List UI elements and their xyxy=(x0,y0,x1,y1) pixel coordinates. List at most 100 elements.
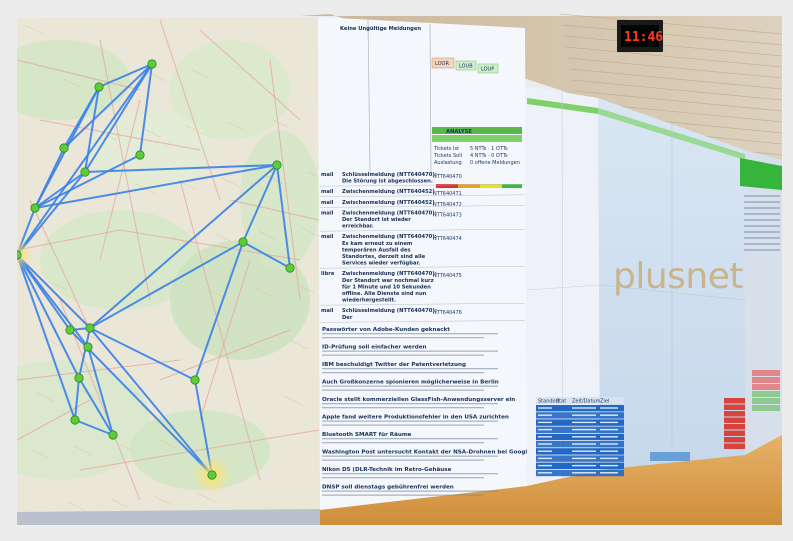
news-snippet-line xyxy=(322,333,498,335)
far-right-row xyxy=(744,195,780,197)
ticket-table-header-cell: Stat xyxy=(556,399,566,405)
news-snippet-line xyxy=(322,368,498,370)
incident-panel: Keine Ungültige Meldungen LOOR LOUB LOUP… xyxy=(318,17,531,510)
network-node xyxy=(70,415,80,425)
control-room-photo: 11:46 Keine Ungültige Meldungen LOOR LOU… xyxy=(0,0,793,541)
network-node xyxy=(85,323,95,333)
ticket-cell xyxy=(600,436,618,438)
ticket-cell xyxy=(538,407,552,409)
ticket-cell xyxy=(572,428,596,431)
incident-text: Zwischenmeldung (NTT640470): xyxy=(342,234,437,240)
news-headline: Nikon D5 (DLR-Technik im Retro-Gehäuse xyxy=(322,467,452,473)
network-map-screen xyxy=(17,17,320,512)
far-right-status xyxy=(752,370,780,376)
ticket-cell xyxy=(538,436,552,438)
far-right-row xyxy=(744,213,780,215)
terrain-patch xyxy=(240,130,320,270)
news-headline: Apple fand weitere Produktionsfehler in … xyxy=(322,415,509,421)
ticket-cell xyxy=(572,421,596,424)
news-snippet-line xyxy=(322,420,498,422)
news-snippet-line xyxy=(322,473,498,475)
incident-tag: mail xyxy=(321,200,334,206)
network-node xyxy=(94,82,104,92)
svg-text:LOUP: LOUP xyxy=(481,67,494,73)
incident-text: Zwischenmeldung (NTT640452) xyxy=(342,189,435,195)
far-right-row xyxy=(744,201,780,203)
news-headline: Oracle stellt kommerziellen GlassFish-An… xyxy=(322,397,515,403)
network-node xyxy=(83,342,93,352)
far-right-row xyxy=(744,243,780,245)
network-node xyxy=(147,59,157,69)
news-snippet-line xyxy=(322,354,484,356)
far-right-row xyxy=(744,225,780,227)
news-snippet-line xyxy=(322,459,484,461)
ticket-cell xyxy=(572,436,596,438)
svg-text:LOUB: LOUB xyxy=(459,64,473,70)
news-headline: Passwörter von Adobe-Kunden geknackt xyxy=(322,327,450,333)
news-snippet-line xyxy=(322,442,484,444)
network-node xyxy=(207,470,217,480)
incident-ticket: NTT640471 xyxy=(433,191,462,197)
news-headline: Auch Großkonzerne spionieren möglicherwe… xyxy=(322,380,499,386)
ticket-cell xyxy=(538,414,552,416)
incident-tag: mail xyxy=(321,172,334,178)
incident-text: für 1 Minute und 10 Sekunden xyxy=(342,284,431,290)
status-chip xyxy=(650,452,690,461)
incident-text: temporären Ausfall des xyxy=(342,247,411,253)
incident-text: Der Standort ist wieder xyxy=(342,217,411,223)
news-headline: Bluetooth SMART für Räume xyxy=(322,432,412,438)
ticket-cell xyxy=(572,457,596,460)
ticket-cell xyxy=(572,414,596,416)
news-snippet-line xyxy=(322,424,484,426)
network-node xyxy=(135,150,145,160)
far-right-row xyxy=(744,237,780,239)
incident-text: Der Standort war nochmal kurz xyxy=(342,278,434,284)
ticket-cell xyxy=(538,464,552,467)
ticket-cell xyxy=(538,428,552,431)
ticket-cell xyxy=(600,443,618,445)
news-snippet-line xyxy=(322,490,498,492)
far-right-row xyxy=(744,249,780,251)
incident-text: Schlüsselmeldung (NTT640470): xyxy=(342,308,437,314)
incident-text: Zwischenmeldung (NTT640452) xyxy=(342,200,435,206)
far-right-status xyxy=(752,391,780,397)
svg-text:4 NTTs · 0 OTTs: 4 NTTs · 0 OTTs xyxy=(470,153,508,159)
ticket-cell xyxy=(572,407,596,409)
incident-tag: libre xyxy=(321,271,335,277)
ticket-cell xyxy=(538,421,552,424)
news-headline: IBM beschuldigt Twitter der Patentverlet… xyxy=(322,362,466,368)
far-right-row xyxy=(744,231,780,233)
incident-tag: mail xyxy=(321,210,334,216)
news-snippet-line xyxy=(322,350,498,352)
ticket-cell xyxy=(538,443,552,445)
ticket-table-header-cell: Zeit/Datum xyxy=(572,399,601,405)
incident-ticket: NTT640475 xyxy=(433,273,462,279)
far-right-status xyxy=(752,377,780,383)
svg-text:0 offene Meldungen: 0 offene Meldungen xyxy=(470,160,520,166)
incident-ticket: NTT640472 xyxy=(433,202,462,208)
network-node xyxy=(285,263,295,273)
incident-ticket: NTT640474 xyxy=(433,236,462,242)
news-snippet-line xyxy=(322,389,484,391)
incident-text: Services wieder verfügbar. xyxy=(342,261,420,267)
plusnet-logo: plusnet xyxy=(613,256,743,297)
incident-tag: mail xyxy=(321,234,334,240)
ticket-cell xyxy=(600,464,618,467)
svg-text:Tickets Soll: Tickets Soll xyxy=(433,153,462,159)
terrain-patch xyxy=(90,110,210,190)
panel-title: Keine Ungültige Meldungen xyxy=(340,26,421,32)
news-snippet-line xyxy=(322,337,484,339)
network-node xyxy=(238,237,248,247)
news-snippet-line xyxy=(322,403,498,405)
photo-frame: 11:46 Keine Ungültige Meldungen LOOR LOU… xyxy=(0,0,793,541)
news-snippet-line xyxy=(322,477,484,479)
news-snippet-line xyxy=(322,494,484,496)
ticket-cell xyxy=(572,472,596,474)
incident-tag: mail xyxy=(321,189,334,195)
network-node xyxy=(80,167,90,177)
ticket-cell xyxy=(600,428,618,431)
svg-text:LOOR: LOOR xyxy=(435,61,449,67)
ticket-cell xyxy=(600,450,618,452)
news-snippet-line xyxy=(322,372,484,374)
ticket-cell xyxy=(572,443,596,445)
